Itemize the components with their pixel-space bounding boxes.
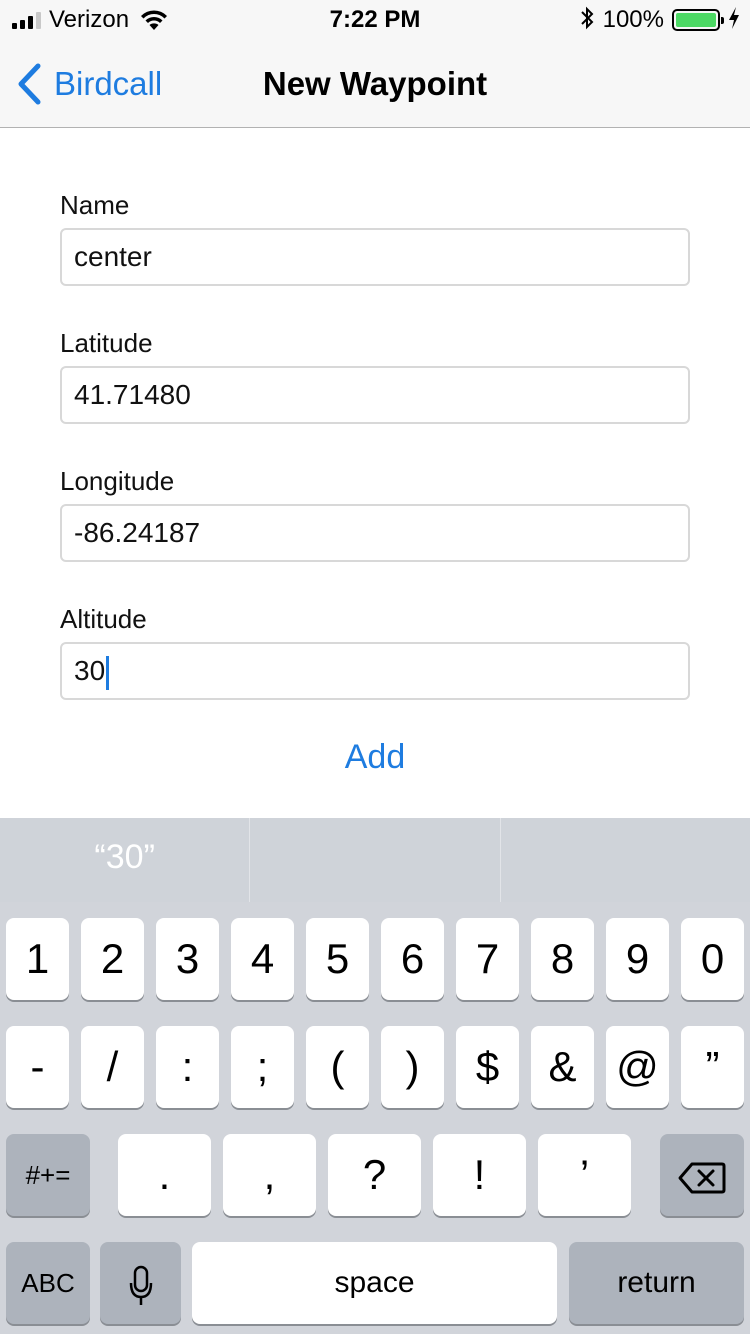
key-3[interactable]: 3 (156, 918, 219, 1000)
key-question[interactable]: ? (328, 1134, 421, 1216)
status-bar: Verizon 7:22 PM 100% (0, 0, 750, 40)
key-5[interactable]: 5 (306, 918, 369, 1000)
latitude-field-value: 41.71480 (74, 379, 191, 410)
key-open-paren[interactable]: ( (306, 1026, 369, 1108)
suggestion-3[interactable] (501, 818, 750, 902)
predictive-bar: “30” (0, 818, 750, 902)
charging-bolt-icon (728, 6, 740, 34)
battery-fill (676, 13, 716, 27)
dictation-key[interactable] (100, 1242, 181, 1324)
key-apostrophe[interactable]: ’ (538, 1134, 631, 1216)
key-9[interactable]: 9 (606, 918, 669, 1000)
longitude-field-value: -86.24187 (74, 517, 201, 548)
key-close-paren[interactable]: ) (381, 1026, 444, 1108)
backspace-icon (678, 1162, 726, 1194)
longitude-field[interactable]: -86.24187 (60, 504, 690, 562)
battery-icon (672, 9, 724, 31)
key-colon[interactable]: : (156, 1026, 219, 1108)
bluetooth-icon (579, 6, 595, 35)
key-7[interactable]: 7 (456, 918, 519, 1000)
name-label: Name (60, 190, 130, 220)
key-hyphen[interactable]: - (6, 1026, 69, 1108)
key-dollar[interactable]: $ (456, 1026, 519, 1108)
add-button[interactable]: Add (60, 738, 690, 777)
key-exclamation[interactable]: ! (433, 1134, 526, 1216)
delete-key[interactable] (660, 1134, 744, 1216)
suggestion-2[interactable] (250, 818, 501, 902)
key-comma[interactable]: , (223, 1134, 316, 1216)
latitude-label: Latitude (60, 328, 153, 358)
key-quote[interactable]: ” (681, 1026, 744, 1108)
text-cursor (106, 655, 110, 690)
return-key[interactable]: return (569, 1242, 744, 1324)
battery-percentage: 100% (602, 6, 664, 33)
key-1[interactable]: 1 (6, 918, 69, 1000)
page-title: New Waypoint (262, 65, 488, 102)
altitude-field[interactable]: 30 (60, 642, 690, 700)
key-4[interactable]: 4 (231, 918, 294, 1000)
space-key[interactable]: space (192, 1242, 557, 1324)
abc-key[interactable]: ABC (6, 1242, 90, 1324)
symbols-toggle-key[interactable]: #+= (6, 1134, 90, 1216)
altitude-label: Altitude (60, 604, 147, 634)
key-2[interactable]: 2 (81, 918, 144, 1000)
name-field-value: center (74, 241, 152, 272)
latitude-field[interactable]: 41.71480 (60, 366, 690, 424)
key-period[interactable]: . (118, 1134, 211, 1216)
key-6[interactable]: 6 (381, 918, 444, 1000)
microphone-icon (129, 1265, 152, 1305)
key-slash[interactable]: / (81, 1026, 144, 1108)
key-ampersand[interactable]: & (531, 1026, 594, 1108)
name-field[interactable]: center (60, 228, 690, 286)
status-right: 100% (579, 6, 740, 34)
suggestion-1[interactable]: “30” (0, 818, 251, 902)
navigation-bar: Birdcall New Waypoint (0, 40, 750, 128)
altitude-field-value: 30 (74, 655, 106, 686)
keyboard: “30” 1 2 3 4 5 6 7 8 9 0 - / : ; ( ) $ &… (0, 818, 750, 1334)
key-semicolon[interactable]: ; (231, 1026, 294, 1108)
key-8[interactable]: 8 (531, 918, 594, 1000)
key-0[interactable]: 0 (681, 918, 744, 1000)
longitude-label: Longitude (60, 466, 175, 496)
key-at[interactable]: @ (606, 1026, 669, 1108)
